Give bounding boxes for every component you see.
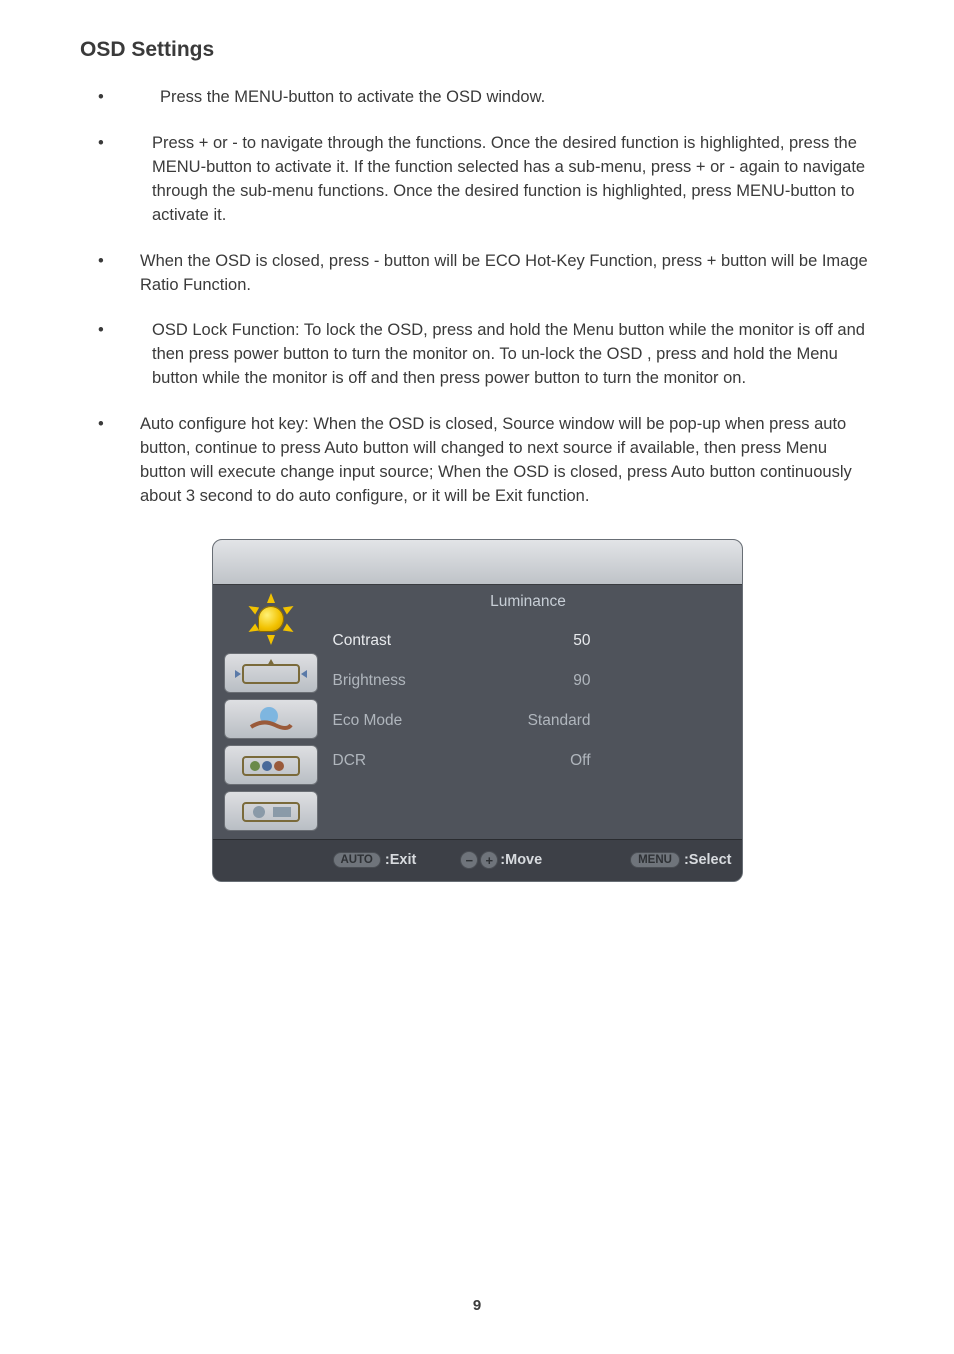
osd-label: DCR xyxy=(329,752,479,770)
select-label: :Select xyxy=(684,852,732,868)
osd-value: Off xyxy=(479,752,609,770)
bullet-dot: • xyxy=(94,413,140,509)
osd-value: 50 xyxy=(479,632,609,650)
bullet-text: When the OSD is closed, press - button w… xyxy=(140,250,876,298)
osd-row-brightness: Brightness 90 xyxy=(329,661,728,701)
color-temp-icon xyxy=(233,705,309,733)
footer-exit: AUTO :Exit xyxy=(333,852,417,868)
osd-row-eco: Eco Mode Standard xyxy=(329,701,728,741)
auto-pill-icon: AUTO xyxy=(333,852,381,868)
menu-pill-icon: MENU xyxy=(630,852,680,868)
bullet-dot: • xyxy=(94,86,140,110)
list-item: • OSD Lock Function: To lock the OSD, pr… xyxy=(94,319,876,391)
page-number: 9 xyxy=(0,1297,954,1314)
luminance-tab-icon xyxy=(236,591,306,647)
plus-icon: + xyxy=(480,851,498,869)
page-title: OSD Settings xyxy=(80,38,876,62)
osd-footer: AUTO :Exit − + :Move MENU :Select xyxy=(213,839,742,881)
osd-row-contrast: Contrast 50 xyxy=(329,621,728,661)
bullet-text: OSD Lock Function: To lock the OSD, pres… xyxy=(140,319,876,391)
image-setup-icon xyxy=(233,659,309,687)
bullet-list: • Press the MENU-button to activate the … xyxy=(94,86,876,509)
osd-label: Eco Mode xyxy=(329,712,479,730)
bullet-text: Press the MENU-button to activate the OS… xyxy=(140,86,876,110)
osd-label: Contrast xyxy=(329,632,479,650)
bullet-dot: • xyxy=(94,132,140,228)
osd-value: 90 xyxy=(479,672,609,690)
osd-setup-tab xyxy=(224,745,318,785)
bullet-text: Auto configure hot key: When the OSD is … xyxy=(140,413,876,509)
minus-icon: − xyxy=(460,851,478,869)
list-item: • When the OSD is closed, press - button… xyxy=(94,250,876,298)
osd-setup-icon xyxy=(233,751,309,779)
osd-screenshot: Luminance Contrast 50 Brightness 90 Eco … xyxy=(212,539,743,882)
list-item: • Press the MENU-button to activate the … xyxy=(94,86,876,110)
color-temp-tab xyxy=(224,699,318,739)
bullet-dot: • xyxy=(94,319,140,391)
footer-move: − + :Move xyxy=(460,851,542,869)
osd-row-dcr: DCR Off xyxy=(329,741,728,781)
exit-label: :Exit xyxy=(385,852,416,868)
list-item: • Press + or - to navigate through the f… xyxy=(94,132,876,228)
osd-content: Luminance Contrast 50 Brightness 90 Eco … xyxy=(329,585,742,839)
bullet-dot: • xyxy=(94,250,140,298)
move-label: :Move xyxy=(500,852,542,868)
image-setup-tab xyxy=(224,653,318,693)
osd-label: Brightness xyxy=(329,672,479,690)
extra-tab xyxy=(224,791,318,831)
footer-select: MENU :Select xyxy=(630,852,731,868)
list-item: • Auto configure hot key: When the OSD i… xyxy=(94,413,876,509)
osd-section-heading: Luminance xyxy=(329,593,728,611)
osd-title-bar xyxy=(213,540,742,585)
osd-sidebar xyxy=(213,585,329,839)
extra-icon xyxy=(233,797,309,825)
osd-value: Standard xyxy=(479,712,609,730)
bullet-text: Press + or - to navigate through the fun… xyxy=(140,132,876,228)
